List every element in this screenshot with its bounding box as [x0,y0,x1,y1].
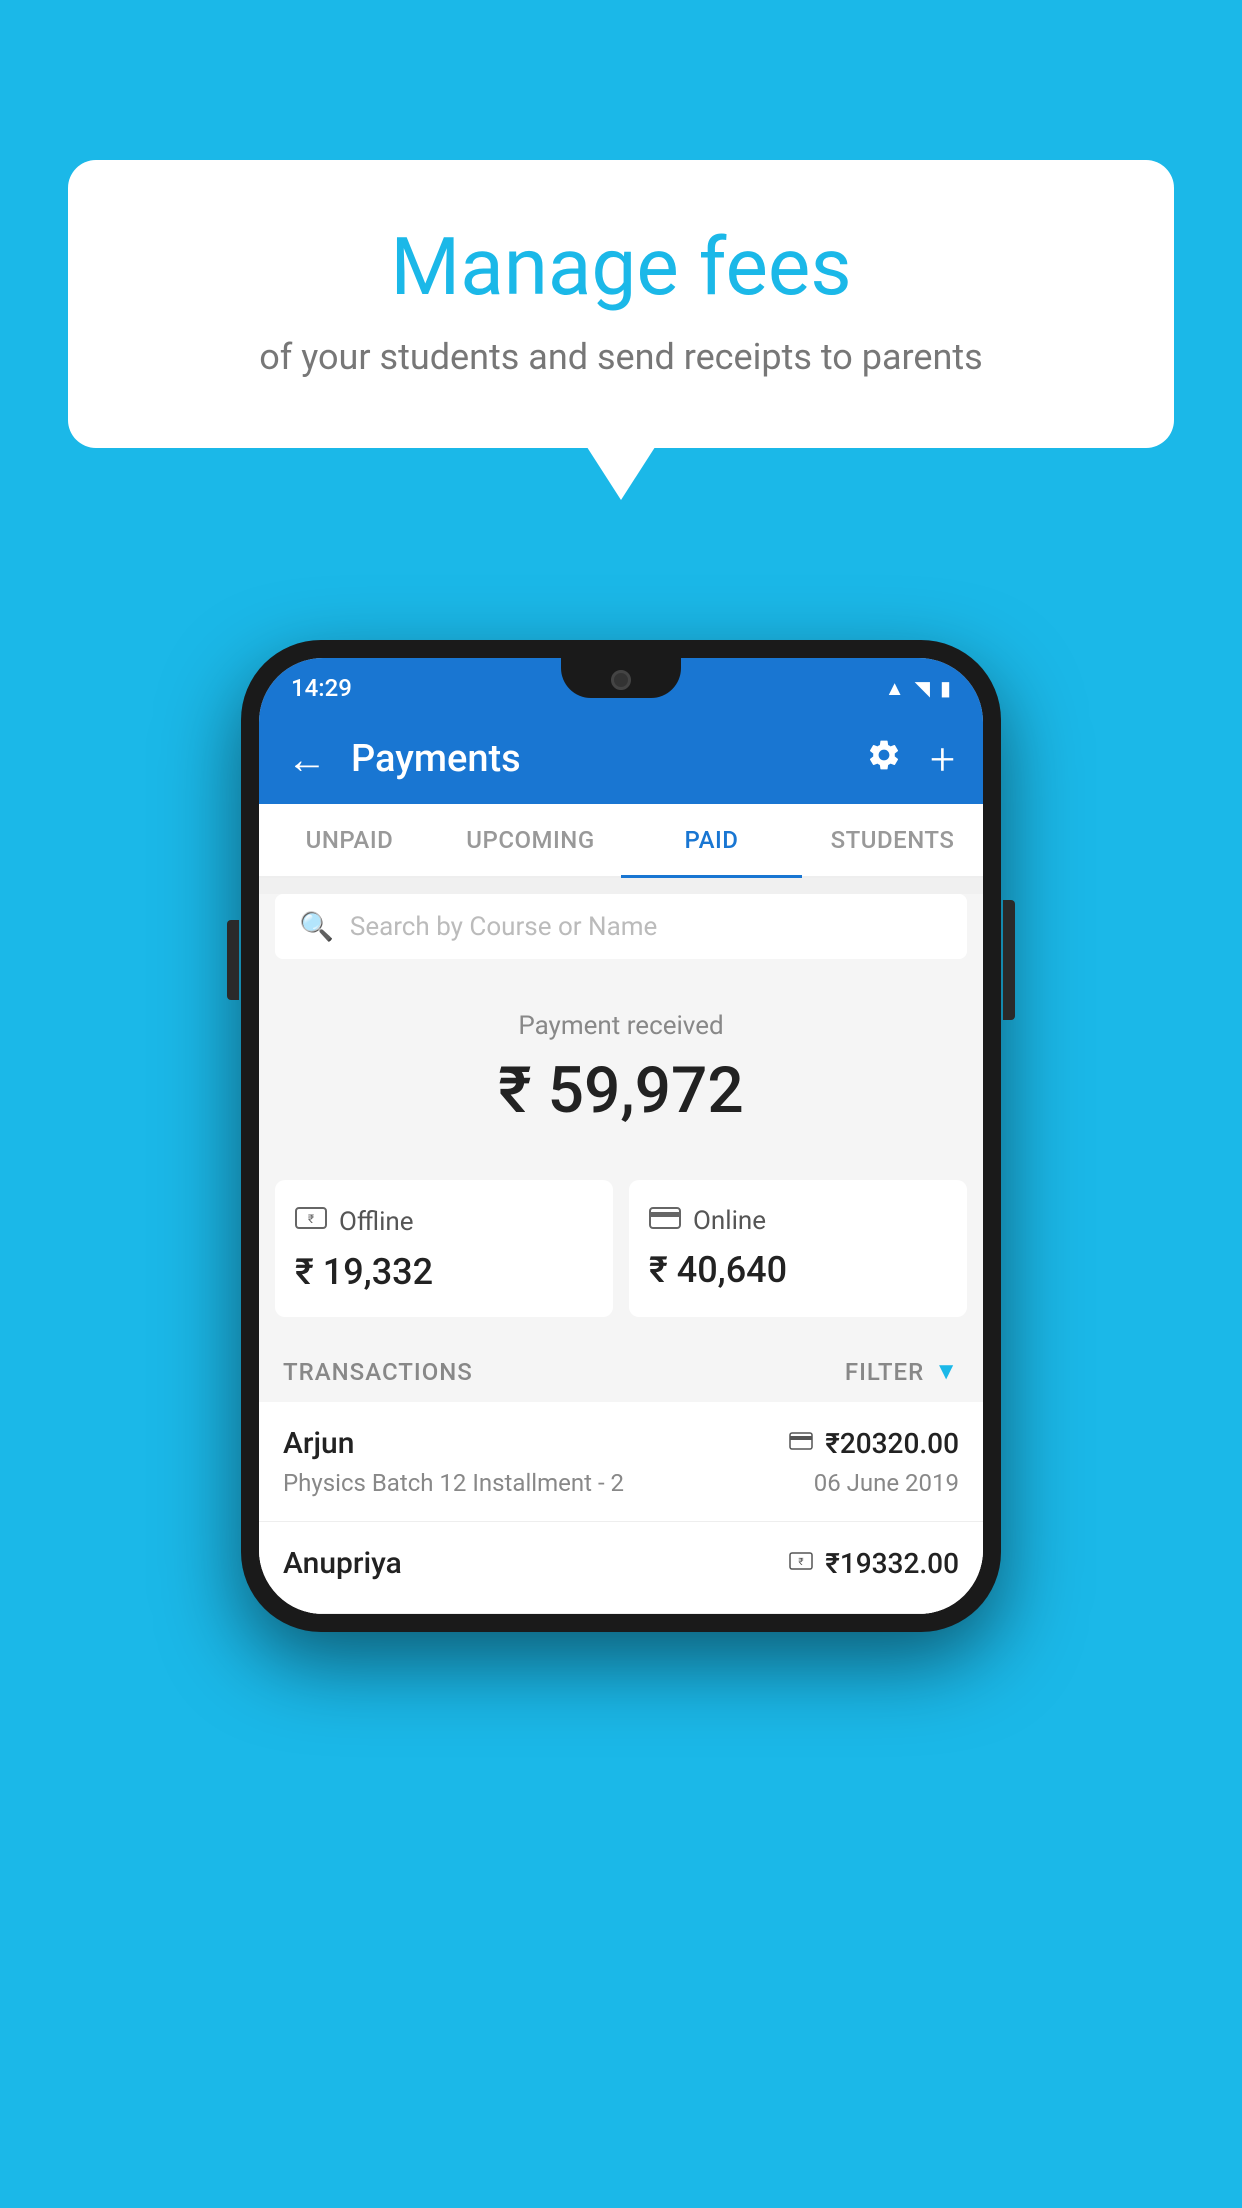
tab-upcoming[interactable]: UPCOMING [440,804,621,876]
offline-card: ₹ Offline ₹ 19,332 [275,1180,613,1317]
online-card: Online ₹ 40,640 [629,1180,967,1317]
phone-frame: 14:29 ▲ ◥ ▮ ← Payments + [241,640,1001,1632]
camera [611,670,631,690]
offline-amount: ₹ 19,332 [295,1251,433,1293]
wifi-icon: ▲ [885,676,905,701]
app-content: 🔍 Search by Course or Name Payment recei… [259,894,983,1614]
signal-icon: ◥ [915,676,930,700]
phone-wrapper: 14:29 ▲ ◥ ▮ ← Payments + [241,640,1001,1632]
transaction-item[interactable]: Arjun ₹20320.00 Physics [259,1402,983,1522]
filter-button[interactable]: FILTER ▼ [845,1357,959,1386]
tab-unpaid[interactable]: UNPAID [259,804,440,876]
app-bar-actions: + [866,733,955,785]
transaction-item[interactable]: Anupriya ₹ ₹19332.00 [259,1522,983,1614]
offline-icon: ₹ [295,1204,327,1239]
transaction-amount-row: ₹ ₹19332.00 [789,1547,959,1580]
offline-card-header: ₹ Offline [295,1204,414,1239]
transaction-date: 06 June 2019 [814,1469,959,1497]
student-name: Anupriya [283,1546,402,1581]
transaction-amount: ₹19332.00 [825,1547,959,1580]
tab-students[interactable]: STUDENTS [802,804,983,876]
phone-screen: 14:29 ▲ ◥ ▮ ← Payments + [259,658,983,1614]
status-icons: ▲ ◥ ▮ [885,676,951,701]
tabs-container: UNPAID UPCOMING PAID STUDENTS [259,804,983,878]
payment-total-amount: ₹ 59,972 [283,1053,959,1128]
student-name: Arjun [283,1426,354,1461]
speech-bubble-subtitle: of your students and send receipts to pa… [118,336,1124,378]
battery-icon: ▮ [940,676,951,700]
app-bar-title: Payments [351,737,866,781]
svg-text:₹: ₹ [799,1557,804,1568]
transaction-row-top: Anupriya ₹ ₹19332.00 [283,1546,959,1581]
search-input[interactable]: Search by Course or Name [350,912,657,942]
status-time: 14:29 [291,674,352,702]
online-amount: ₹ 40,640 [649,1249,787,1291]
online-card-header: Online [649,1204,766,1237]
speech-bubble-title: Manage fees [118,220,1124,314]
transaction-row-bottom: Physics Batch 12 Installment - 2 06 June… [283,1469,959,1497]
back-button[interactable]: ← [287,736,327,783]
filter-icon: ▼ [934,1357,959,1386]
transaction-amount: ₹20320.00 [825,1427,959,1460]
online-icon [649,1204,681,1237]
course-info: Physics Batch 12 Installment - 2 [283,1469,624,1497]
transaction-row-top: Arjun ₹20320.00 [283,1426,959,1461]
payment-received-label: Payment received [283,1011,959,1041]
svg-text:₹: ₹ [308,1212,314,1226]
settings-icon[interactable] [866,737,902,782]
filter-label: FILTER [845,1358,924,1386]
transactions-header: TRANSACTIONS FILTER ▼ [259,1341,983,1402]
online-label: Online [693,1206,766,1236]
payment-summary: Payment received ₹ 59,972 [259,975,983,1180]
app-bar: ← Payments + [259,714,983,804]
phone-notch [561,658,681,698]
transactions-label: TRANSACTIONS [283,1358,473,1386]
tab-paid[interactable]: PAID [621,804,802,876]
offline-label: Offline [339,1207,414,1237]
search-bar[interactable]: 🔍 Search by Course or Name [275,894,967,959]
payment-method-online-icon [789,1431,813,1456]
transaction-amount-row: ₹20320.00 [789,1427,959,1460]
speech-bubble: Manage fees of your students and send re… [68,160,1174,448]
payment-method-offline-icon: ₹ [789,1551,813,1576]
payment-cards: ₹ Offline ₹ 19,332 [259,1180,983,1341]
add-button[interactable]: + [930,733,955,785]
search-icon: 🔍 [299,910,334,943]
